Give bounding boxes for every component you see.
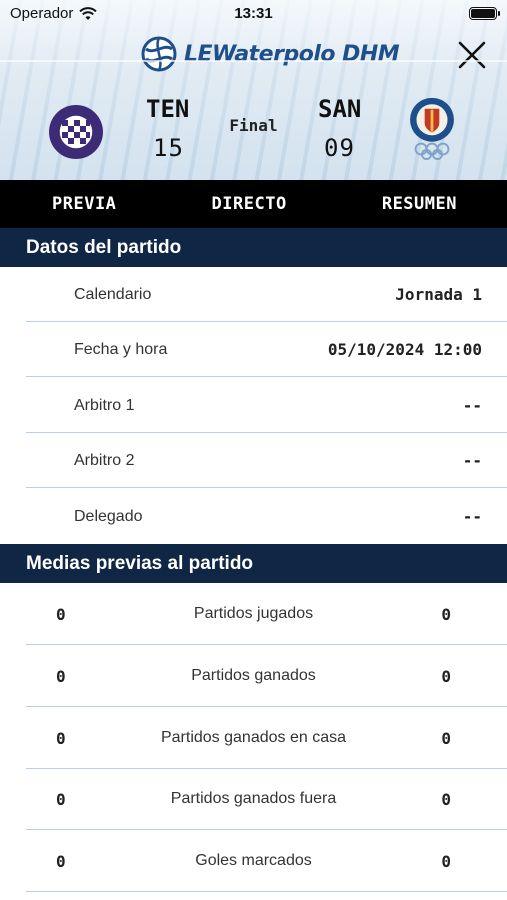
battery-icon — [469, 7, 500, 20]
tab-bar: PREVIA DIRECTO RESUMEN — [0, 180, 507, 228]
detail-value: -- — [462, 507, 482, 526]
detail-row: Arbitro 2 -- — [0, 433, 507, 488]
detail-row: Fecha y hora 05/10/2024 12:00 — [0, 322, 507, 377]
brand-name: LEWaterpolo DHM — [184, 41, 400, 67]
away-stat-value: 0 — [441, 789, 451, 809]
close-icon[interactable] — [457, 40, 487, 70]
home-score: 15 — [153, 134, 184, 162]
stat-label: Goles marcados — [195, 852, 312, 869]
status-bar: Operador 13:31 — [0, 0, 507, 28]
brand-logo: LEWaterpolo DHM — [140, 34, 400, 74]
away-stat-value: 0 — [441, 604, 451, 624]
detail-label: Arbitro 2 — [74, 451, 135, 469]
match-header: Operador 13:31 LEWaterpolo DHM TEN SAN F… — [0, 0, 507, 180]
stat-label: Partidos ganados — [191, 667, 316, 684]
stat-row: 0 Partidos jugados 0 — [0, 583, 507, 645]
away-score: 09 — [324, 134, 355, 162]
match-status: Final — [229, 116, 278, 135]
detail-value: 05/10/2024 12:00 — [327, 340, 482, 359]
stat-row: 0 Partidos ganados fuera 0 — [0, 768, 507, 830]
stat-label: Partidos ganados en casa — [160, 729, 346, 746]
detail-value: -- — [462, 396, 482, 415]
detail-label: Calendario — [74, 285, 152, 303]
away-stat-value: 0 — [441, 666, 451, 686]
section-header-averages: Medias previas al partido — [0, 544, 507, 583]
clock: 13:31 — [234, 5, 273, 22]
detail-row: Calendario Jornada 1 — [0, 267, 507, 322]
detail-row: Delegado -- — [0, 489, 507, 544]
stat-row: 0 Partidos ganados en casa 0 — [0, 707, 507, 769]
away-stat-value: 0 — [441, 851, 451, 871]
detail-row: Arbitro 1 -- — [0, 378, 507, 433]
row-divider — [26, 891, 507, 892]
stat-row: 0 Goles marcados 0 — [0, 830, 507, 892]
detail-label: Delegado — [74, 507, 143, 525]
stat-label: Partidos ganados fuera — [170, 790, 337, 807]
away-stat-value: 0 — [441, 728, 451, 748]
row-divider — [26, 376, 507, 377]
tab-resumen[interactable]: RESUMEN — [382, 194, 457, 214]
waterpolo-ball-icon — [141, 36, 177, 72]
section-header-details: Datos del partido — [0, 228, 507, 267]
detail-label: Arbitro 1 — [74, 396, 135, 414]
detail-label: Fecha y hora — [74, 340, 168, 358]
row-divider — [26, 487, 507, 488]
stat-label: Partidos jugados — [193, 605, 314, 622]
stat-row: 0 Partidos ganados 0 — [0, 645, 507, 707]
tab-previa[interactable]: PREVIA — [52, 194, 116, 214]
detail-value: Jornada 1 — [395, 285, 482, 304]
tab-directo[interactable]: DIRECTO — [212, 194, 287, 214]
detail-value: -- — [462, 451, 482, 470]
